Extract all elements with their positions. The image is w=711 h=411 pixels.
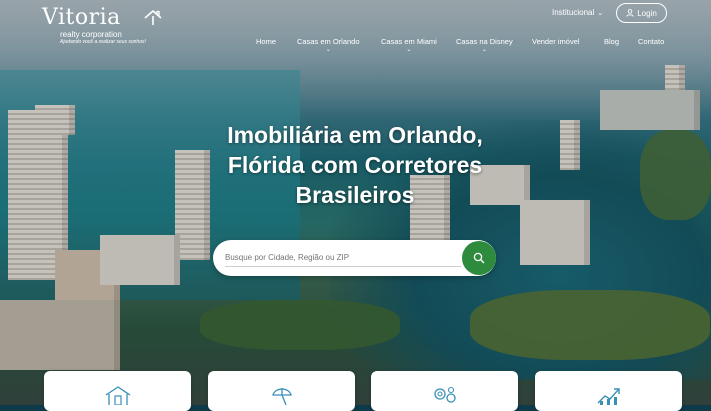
nav-label: Vender imóvel bbox=[532, 37, 580, 46]
user-icon bbox=[626, 9, 634, 17]
logo-title: Vitoria bbox=[42, 5, 121, 30]
nav-label: Casas na Disney bbox=[456, 37, 513, 46]
nav-contato[interactable]: Contato bbox=[638, 37, 664, 46]
logo-subtitle: realty corporation bbox=[60, 30, 122, 39]
institutional-menu[interactable]: Institucional ⌄ bbox=[552, 8, 603, 17]
nav-label: Blog bbox=[604, 37, 620, 46]
search-icon bbox=[473, 252, 485, 264]
search-input[interactable] bbox=[225, 248, 461, 267]
search-button[interactable] bbox=[462, 241, 496, 275]
house-roof-icon bbox=[144, 10, 162, 25]
feature-card[interactable] bbox=[535, 371, 682, 411]
nav-blog[interactable]: Blog bbox=[604, 37, 619, 46]
growth-chart-icon bbox=[597, 388, 620, 405]
nav-label: Casas em Miami bbox=[381, 37, 437, 46]
nav-home[interactable]: Home bbox=[256, 37, 276, 46]
logo[interactable]: Vitoria realty corporation Ajudando você… bbox=[42, 5, 162, 45]
house-icon bbox=[105, 386, 130, 405]
chevron-down-icon: ⌄ bbox=[406, 47, 412, 53]
search-bar bbox=[213, 240, 496, 276]
login-button[interactable]: Login bbox=[616, 3, 667, 23]
chevron-down-icon: ⌄ bbox=[597, 9, 604, 17]
nav-casas-orlando[interactable]: Casas em Orlando ⌄ bbox=[297, 37, 360, 53]
institutional-label: Institucional bbox=[552, 8, 595, 17]
feature-card[interactable] bbox=[44, 371, 191, 411]
login-label: Login bbox=[637, 8, 657, 18]
nav-casas-disney[interactable]: Casas na Disney ⌄ bbox=[456, 37, 513, 53]
chevron-down-icon: ⌄ bbox=[325, 47, 331, 53]
nav-casas-miami[interactable]: Casas em Miami ⌄ bbox=[381, 37, 437, 53]
nav-label: Casas em Orlando bbox=[297, 37, 360, 46]
beach-umbrella-icon bbox=[271, 388, 292, 405]
gears-icon bbox=[433, 386, 456, 403]
nav-label: Home bbox=[256, 37, 277, 46]
feature-card[interactable] bbox=[371, 371, 518, 411]
logo-tagline: Ajudando você a realizar seus sonhos! bbox=[60, 39, 146, 45]
chevron-down-icon: ⌄ bbox=[481, 47, 487, 53]
hero-headline: Imobiliária em Orlando, Flórida com Corr… bbox=[227, 122, 483, 208]
feature-card[interactable] bbox=[208, 371, 355, 411]
nav-vender-imovel[interactable]: Vender imóvel bbox=[532, 37, 580, 46]
nav-label: Contato bbox=[638, 37, 665, 46]
